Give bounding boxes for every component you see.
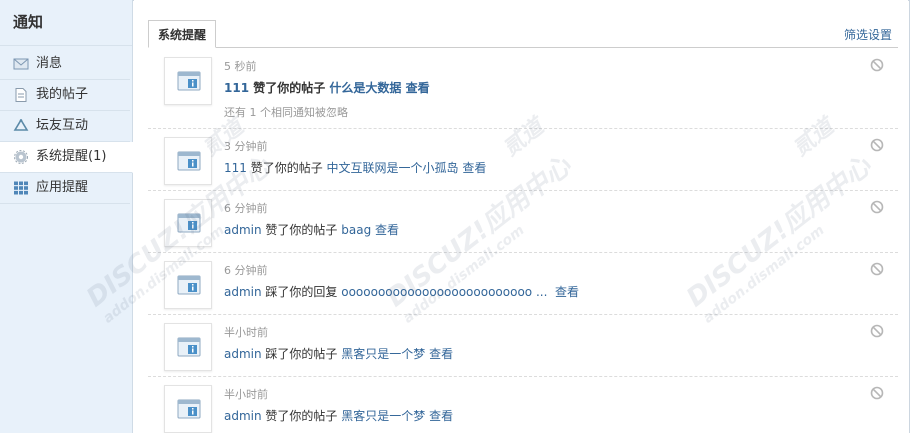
system-notice-icon xyxy=(177,399,201,419)
notice-view-link[interactable]: 查看 xyxy=(462,161,486,175)
notice-item: 半小时前 admin 踩了你的帖子 黑客只是一个梦 查看 xyxy=(148,315,898,377)
sidebar-title: 通知 xyxy=(0,0,132,46)
notice-text: admin 踩了你的回复 oooooooooooooooooooooooooo … xyxy=(224,283,579,300)
notice-avatar xyxy=(164,199,212,247)
ignore-icon[interactable] xyxy=(870,262,884,276)
notice-actor-link[interactable]: 111 xyxy=(224,81,249,95)
notice-text: 111 赞了你的帖子 中文互联网是一个小孤岛 查看 xyxy=(224,159,486,176)
sidebar-item-app-alerts[interactable]: 应用提醒 xyxy=(0,173,130,204)
notice-time: 6 分钟前 xyxy=(224,264,268,277)
filter-settings-link[interactable]: 筛选设置 xyxy=(844,26,892,43)
notice-actor-link[interactable]: admin xyxy=(224,285,262,299)
sidebar-item-label: 坛友互动 xyxy=(36,118,89,133)
sidebar: 通知 消息 我的帖子 坛友互动 系统提醒(1) 应用提醒 xyxy=(0,0,133,433)
notice-view-link[interactable]: 查看 xyxy=(555,285,579,299)
notice-avatar xyxy=(164,57,212,105)
sidebar-item-label: 消息 xyxy=(36,56,63,71)
notice-target-link[interactable]: 黑客只是一个梦 xyxy=(341,409,425,423)
notice-target-link[interactable]: oooooooooooooooooooooooooo ... xyxy=(341,285,547,299)
notice-action: 踩了你的回复 xyxy=(261,285,342,299)
notice-list: 5 秒前 111 赞了你的帖子 什么是大数据 查看 还有 1 个相同通知被忽略 … xyxy=(148,49,898,433)
notice-avatar xyxy=(164,137,212,185)
main-panel: 系统提醒 筛选设置 5 秒前 111 赞了你的帖子 什么是大数据 查看 还有 1… xyxy=(134,0,908,433)
notice-avatar xyxy=(164,323,212,371)
notice-view-link[interactable]: 查看 xyxy=(429,409,453,423)
sidebar-item-system-alerts[interactable]: 系统提醒(1) xyxy=(0,142,133,173)
sidebar-item-messages[interactable]: 消息 xyxy=(0,49,130,80)
notice-target-link[interactable]: 什么是大数据 xyxy=(329,81,401,95)
sidebar-item-label: 我的帖子 xyxy=(36,87,89,102)
notice-actor-link[interactable]: admin xyxy=(224,409,262,423)
ignore-icon[interactable] xyxy=(870,324,884,338)
notice-target-link[interactable]: 中文互联网是一个小孤岛 xyxy=(327,161,459,175)
notice-time: 半小时前 xyxy=(224,326,268,339)
notice-time: 5 秒前 xyxy=(224,60,257,73)
notice-action: 赞了你的帖子 xyxy=(249,81,330,95)
tab-bar: 系统提醒 xyxy=(148,20,898,48)
notice-ignored-info: 还有 1 个相同通知被忽略 xyxy=(224,106,348,119)
notice-avatar xyxy=(164,261,212,309)
system-notice-icon xyxy=(177,337,201,357)
sidebar-item-label: 系统提醒(1) xyxy=(36,149,107,164)
sidebar-item-my-posts[interactable]: 我的帖子 xyxy=(0,80,130,111)
tab-system-alerts[interactable]: 系统提醒 xyxy=(148,20,217,48)
notice-item: 3 分钟前 111 赞了你的帖子 中文互联网是一个小孤岛 查看 xyxy=(148,129,898,191)
notice-text: admin 赞了你的帖子 baag 查看 xyxy=(224,221,399,238)
notice-time: 6 分钟前 xyxy=(224,202,268,215)
ignore-icon[interactable] xyxy=(870,386,884,400)
notice-item: 半小时前 admin 赞了你的帖子 黑客只是一个梦 查看 xyxy=(148,377,898,433)
ignore-icon[interactable] xyxy=(870,138,884,152)
notice-item: 5 秒前 111 赞了你的帖子 什么是大数据 查看 还有 1 个相同通知被忽略 xyxy=(148,49,898,129)
ignore-icon[interactable] xyxy=(870,200,884,214)
system-notice-icon xyxy=(177,275,201,295)
system-notice-icon xyxy=(177,71,201,91)
notice-action: 赞了你的帖子 xyxy=(246,161,327,175)
sidebar-nav: 消息 我的帖子 坛友互动 系统提醒(1) 应用提醒 xyxy=(0,49,133,204)
ignore-icon[interactable] xyxy=(870,58,884,72)
notice-item: 6 分钟前 admin 踩了你的回复 ooooooooooooooooooooo… xyxy=(148,253,898,315)
notice-view-link[interactable]: 查看 xyxy=(429,347,453,361)
notice-actor-link[interactable]: admin xyxy=(224,223,262,237)
system-notice-icon xyxy=(177,213,201,233)
notice-view-link[interactable]: 查看 xyxy=(406,81,430,95)
system-notice-icon xyxy=(177,151,201,171)
notice-item: 6 分钟前 admin 赞了你的帖子 baag 查看 xyxy=(148,191,898,253)
notice-text: 111 赞了你的帖子 什么是大数据 查看 xyxy=(224,79,430,96)
envelope-icon xyxy=(13,58,29,70)
notice-actor-link[interactable]: 111 xyxy=(224,161,247,175)
recycle-icon xyxy=(13,119,29,131)
notice-action: 赞了你的帖子 xyxy=(261,409,342,423)
notice-action: 赞了你的帖子 xyxy=(261,223,342,237)
notice-actor-link[interactable]: admin xyxy=(224,347,262,361)
sidebar-item-interactions[interactable]: 坛友互动 xyxy=(0,111,130,142)
notice-action: 踩了你的帖子 xyxy=(261,347,342,361)
notice-avatar xyxy=(164,385,212,433)
gear-icon xyxy=(14,150,28,164)
notice-target-link[interactable]: 黑客只是一个梦 xyxy=(341,347,425,361)
notice-view-link[interactable]: 查看 xyxy=(375,223,399,237)
sidebar-item-label: 应用提醒 xyxy=(36,180,89,195)
grid-icon xyxy=(14,181,28,195)
notice-target-link[interactable]: baag xyxy=(341,223,371,237)
notice-time: 半小时前 xyxy=(224,388,268,401)
notice-text: admin 踩了你的帖子 黑客只是一个梦 查看 xyxy=(224,345,453,362)
notice-time: 3 分钟前 xyxy=(224,140,268,153)
notice-text: admin 赞了你的帖子 黑客只是一个梦 查看 xyxy=(224,407,453,424)
document-icon xyxy=(15,88,27,102)
